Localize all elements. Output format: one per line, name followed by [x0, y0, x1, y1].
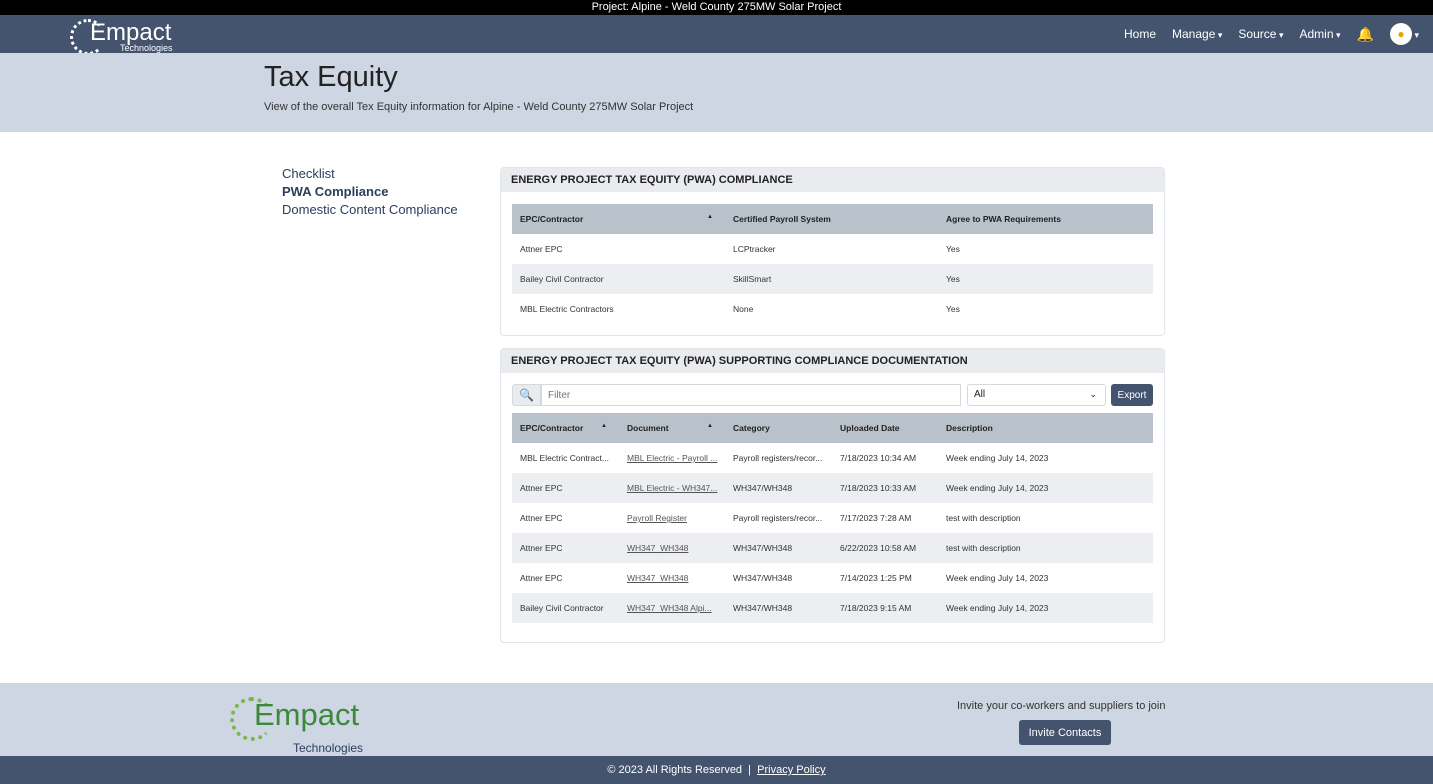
- nav-home[interactable]: Home: [1124, 27, 1156, 41]
- col-uploaded[interactable]: Uploaded Date: [832, 413, 938, 443]
- logo-sub: Technologies: [120, 43, 173, 53]
- document-link[interactable]: WH347_WH348: [627, 573, 688, 583]
- select-value: All: [974, 389, 986, 400]
- cell: WH347/WH348: [725, 593, 832, 623]
- bell-icon[interactable]: 🔔: [1357, 26, 1374, 43]
- sidebar-item-checklist[interactable]: Checklist: [282, 165, 458, 183]
- document-link[interactable]: WH347_WH348: [627, 543, 688, 553]
- cell: MBL Electric Contract...: [520, 453, 609, 463]
- avatar-icon: ●: [1389, 23, 1412, 45]
- compliance-table: EPC/ContractorCertified Payroll SystemAg…: [512, 204, 1153, 324]
- cell: SkillSmart: [725, 264, 938, 294]
- cell: Attner EPC: [512, 473, 619, 503]
- table-row: Attner EPC LCPtracker Yes: [512, 234, 1153, 264]
- table-row: Bailey Civil Contractor SkillSmart Yes: [512, 264, 1153, 294]
- cell: Week ending July 14, 2023: [938, 593, 1153, 623]
- nav-manage[interactable]: Manage: [1172, 27, 1222, 41]
- project-banner: Project: Alpine - Weld County 275MW Sola…: [0, 0, 1433, 15]
- cell: WH347_WH348: [619, 533, 725, 563]
- compliance-panel: ENERGY PROJECT TAX EQUITY (PWA) COMPLIAN…: [500, 167, 1165, 336]
- cell: WH347/WH348: [725, 533, 832, 563]
- sidebar-item-pwa-compliance[interactable]: PWA Compliance: [282, 183, 458, 201]
- cell: 7/14/2023 1:25 PM: [840, 573, 912, 583]
- cell: Yes: [946, 304, 960, 314]
- logo-name: Empact: [254, 697, 360, 732]
- sidebar-item-domestic-content[interactable]: Domestic Content Compliance: [282, 201, 458, 219]
- table-row: Attner EPC WH347_WH348 WH347/WH348 6/22/202…: [512, 533, 1153, 563]
- cell: 7/18/2023 10:33 AM: [832, 473, 938, 503]
- sidebar: Checklist PWA Compliance Domestic Conten…: [282, 165, 458, 219]
- cell: WH347/WH348: [725, 473, 832, 503]
- cell: None: [733, 304, 754, 314]
- cell: Week ending July 14, 2023: [938, 473, 1153, 503]
- copyright: © 2023 All Rights Reserved: [607, 764, 743, 776]
- cell: Attner EPC: [520, 244, 563, 254]
- filter-input[interactable]: [541, 384, 961, 406]
- cell: MBL Electric - Payroll ...: [619, 443, 725, 473]
- logo-sub: Technologies: [293, 741, 364, 755]
- documentation-panel: ENERGY PROJECT TAX EQUITY (PWA) SUPPORTI…: [500, 348, 1165, 643]
- cell: test with description: [938, 533, 1153, 563]
- cell: Attner EPC: [520, 573, 563, 583]
- category-select[interactable]: All ⌄: [967, 384, 1106, 406]
- cell: test with description: [946, 513, 1021, 523]
- col-epc[interactable]: EPC/Contractor: [512, 413, 619, 443]
- export-button[interactable]: Export: [1111, 384, 1153, 406]
- bottom-bar: © 2023 All Rights Reserved | Privacy Pol…: [0, 756, 1433, 784]
- cell: Yes: [946, 244, 960, 254]
- nav-source[interactable]: Source: [1238, 27, 1283, 41]
- document-link[interactable]: MBL Electric - WH347...: [627, 483, 717, 493]
- page-subtitle: View of the overall Tex Equity informati…: [264, 101, 694, 113]
- chevron-down-icon: ⌄: [1089, 389, 1097, 399]
- col-epc[interactable]: EPC/Contractor: [512, 204, 725, 234]
- privacy-policy-link[interactable]: Privacy Policy: [757, 764, 825, 776]
- cell: Bailey Civil Contractor: [512, 593, 619, 623]
- table-row: MBL Electric Contract... MBL Electric - P…: [512, 443, 1153, 473]
- col-agree[interactable]: Agree to PWA Requirements: [938, 204, 1153, 234]
- col-document[interactable]: Document: [619, 413, 725, 443]
- page-title: Tax Equity: [264, 61, 398, 93]
- cell: Bailey Civil Contractor: [512, 264, 725, 294]
- table-row: Attner EPC MBL Electric - WH347... WH347/W…: [512, 473, 1153, 503]
- cell: Yes: [938, 264, 1153, 294]
- navbar: Empact Technologies Home Manage Source A…: [0, 15, 1433, 55]
- cell: Payroll registers/recor...: [733, 453, 823, 463]
- cell: Payroll registers/recor...: [733, 513, 823, 523]
- cell: Week ending July 14, 2023: [946, 573, 1049, 583]
- cell: Payroll Register: [619, 503, 725, 533]
- col-category[interactable]: Category: [725, 413, 832, 443]
- documents-table: EPC/Contractor Document Category Uploade…: [512, 413, 1153, 623]
- cell: LCPtracker: [733, 244, 776, 254]
- col-description[interactable]: Description: [938, 413, 1153, 443]
- cell: 6/22/2023 10:58 AM: [832, 533, 938, 563]
- cell: 7/18/2023 10:34 AM: [840, 453, 917, 463]
- document-link[interactable]: MBL Electric - Payroll ...: [627, 453, 717, 463]
- cell: WH347_WH348: [619, 563, 725, 593]
- cell: Attner EPC: [520, 513, 563, 523]
- page-header: Tax Equity View of the overall Tex Equit…: [0, 53, 1433, 132]
- table-row: MBL Electric Contractors None Yes: [512, 294, 1153, 324]
- col-payroll[interactable]: Certified Payroll System: [725, 204, 938, 234]
- cell: MBL Electric Contractors: [520, 304, 614, 314]
- invite-contacts-button[interactable]: Invite Contacts: [1019, 720, 1111, 745]
- footer: Empact Technologies Invite your co-worke…: [0, 683, 1433, 756]
- document-link[interactable]: Payroll Register: [627, 513, 687, 523]
- panel-title: ENERGY PROJECT TAX EQUITY (PWA) SUPPORTI…: [501, 349, 1164, 373]
- table-row: Bailey Civil Contractor WH347_WH348 Alpi.…: [512, 593, 1153, 623]
- cell: 7/18/2023 9:15 AM: [832, 593, 938, 623]
- cell: MBL Electric - WH347...: [619, 473, 725, 503]
- user-menu[interactable]: ● ▾: [1389, 23, 1419, 45]
- nav-admin[interactable]: Admin: [1299, 27, 1340, 41]
- invite-text: Invite your co-workers and suppliers to …: [957, 700, 1166, 712]
- cell: Attner EPC: [512, 533, 619, 563]
- table-row: Attner EPC Payroll Register Payroll regist…: [512, 503, 1153, 533]
- cell: WH347/WH348: [733, 573, 793, 583]
- cell: 7/17/2023 7:28 AM: [840, 513, 912, 523]
- search-icon[interactable]: 🔍: [512, 384, 541, 406]
- panel-title: ENERGY PROJECT TAX EQUITY (PWA) COMPLIAN…: [501, 168, 1164, 192]
- cell: WH347_WH348 Alpi...: [619, 593, 725, 623]
- table-row: Attner EPC WH347_WH348 WH347/WH348 7/14/202…: [512, 563, 1153, 593]
- document-link[interactable]: WH347_WH348 Alpi...: [627, 603, 712, 613]
- cell: Week ending July 14, 2023: [946, 453, 1049, 463]
